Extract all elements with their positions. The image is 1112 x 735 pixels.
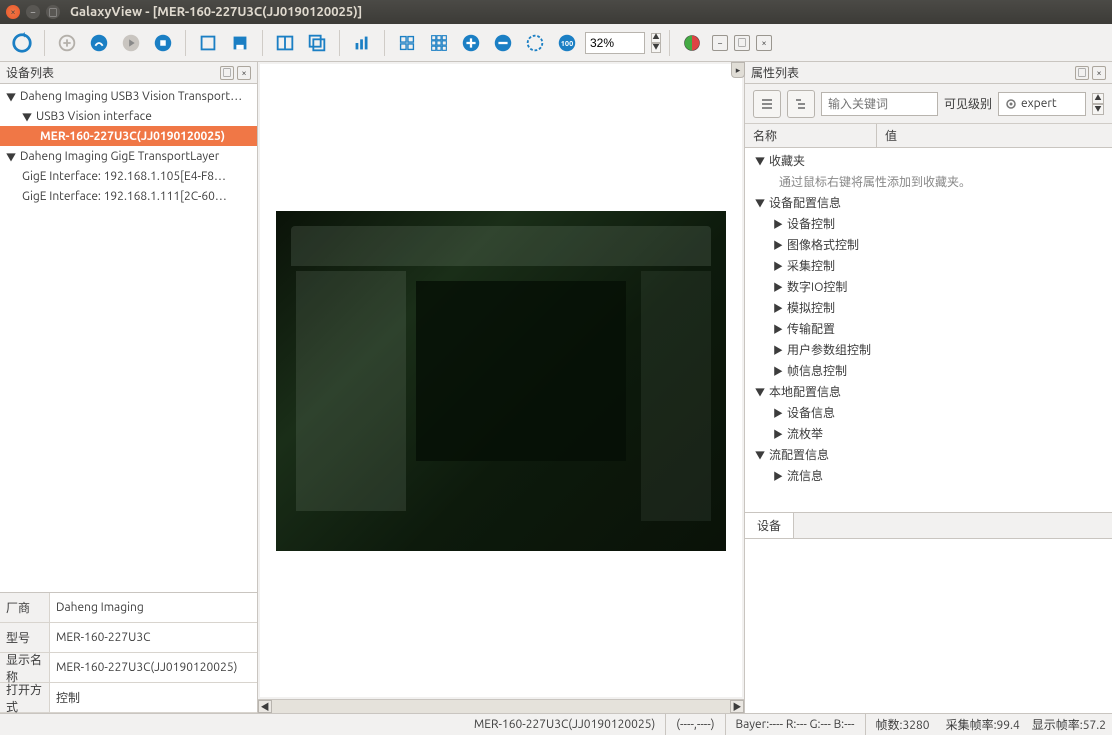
visibility-label: 可见级别 xyxy=(944,95,992,112)
property-panel-header: 属性列表 □ × xyxy=(745,62,1112,84)
device-tree[interactable]: ▼Daheng Imaging USB3 Vision Transport…▼U… xyxy=(0,84,257,592)
property-detail-pane xyxy=(745,538,1112,713)
device-info-table: 厂商Daheng Imaging型号MER-160-227U3C显示名称MER-… xyxy=(0,592,257,713)
camera-image xyxy=(276,211,726,551)
image-view[interactable] xyxy=(260,64,742,697)
property-tree-item[interactable]: ▶设备控制 xyxy=(745,213,1112,234)
device-info-row: 厂商Daheng Imaging xyxy=(0,593,257,623)
device-tree-item[interactable]: ▼USB3 Vision interface xyxy=(0,106,257,126)
col-value-header[interactable]: 值 xyxy=(877,124,1112,147)
device-tree-item[interactable]: ▼Daheng Imaging GigE TransportLayer xyxy=(0,146,257,166)
device-tree-item[interactable]: GigE Interface: 192.168.1.105[E4-F8… xyxy=(0,166,257,186)
status-coords: (----,----) xyxy=(666,714,725,735)
property-toolbar: 可见级别 expert ▲ ▼ xyxy=(745,84,1112,124)
property-tree-item[interactable]: ▼设备配置信息 xyxy=(745,192,1112,213)
property-tree-item[interactable]: ▶图像格式控制 xyxy=(745,234,1112,255)
property-tabs: 设备 xyxy=(745,512,1112,538)
visibility-select[interactable]: expert xyxy=(998,92,1086,116)
tb-minus-button[interactable]: − xyxy=(712,35,728,51)
device-info-row: 打开方式控制 xyxy=(0,683,257,713)
status-frames: 帧数:3280 xyxy=(866,714,940,735)
property-tree-item[interactable]: ▼流配置信息 xyxy=(745,444,1112,465)
device-tree-item[interactable]: MER-160-227U3C(JJ0190120025) xyxy=(0,126,257,146)
gear-icon xyxy=(1005,98,1017,110)
property-tree-item[interactable]: ▼本地配置信息 xyxy=(745,381,1112,402)
zoom-input[interactable] xyxy=(585,32,645,54)
device-list-header: 设备列表 □ × xyxy=(0,62,257,84)
property-tree-item[interactable]: ▶流信息 xyxy=(745,465,1112,486)
device-info-row: 型号MER-160-227U3C xyxy=(0,623,257,653)
layout-split-button[interactable] xyxy=(271,29,299,57)
histogram-button[interactable] xyxy=(348,29,376,57)
property-columns: 名称 值 xyxy=(745,124,1112,148)
device-tree-item[interactable]: ▼Daheng Imaging USB3 Vision Transport… xyxy=(0,86,257,106)
property-tree-item[interactable]: ▶采集控制 xyxy=(745,255,1112,276)
zoom-down-button[interactable]: ▼ xyxy=(651,43,661,53)
grid-9-button[interactable] xyxy=(425,29,453,57)
status-bayer: Bayer:---- R:--- G:--- B:--- xyxy=(726,714,866,735)
disconnect-button[interactable] xyxy=(85,29,113,57)
main-toolbar: 100 ▲ ▼ − □ × xyxy=(0,24,1112,62)
property-tree-item: 通过鼠标右键将属性添加到收藏夹。 xyxy=(745,171,1112,192)
panel-collapse-handle[interactable]: ▸ xyxy=(731,62,745,78)
scroll-left-button[interactable]: ◀ xyxy=(258,700,272,713)
tb-close-button[interactable]: × xyxy=(756,35,772,51)
zoom-100-button[interactable]: 100 xyxy=(553,29,581,57)
status-acq-fps: 采集帧率:99.4 xyxy=(940,714,1026,735)
tb-restore-button[interactable]: □ xyxy=(734,35,750,51)
panel-float-button[interactable]: □ xyxy=(220,66,234,80)
zoom-in-button[interactable] xyxy=(457,29,485,57)
property-tree-item[interactable]: ▶设备信息 xyxy=(745,402,1112,423)
scroll-right-button[interactable]: ▶ xyxy=(730,700,744,713)
connect-button[interactable] xyxy=(53,29,81,57)
window-maximize-button[interactable]: □ xyxy=(46,5,60,19)
property-tree-item[interactable]: ▶数字IO控制 xyxy=(745,276,1112,297)
zoom-out-button[interactable] xyxy=(489,29,517,57)
status-device: MER-160-227U3C(JJ0190120025) xyxy=(464,714,666,735)
single-window-button[interactable] xyxy=(194,29,222,57)
scroll-track[interactable] xyxy=(272,700,730,713)
vis-up-button[interactable]: ▲ xyxy=(1092,93,1104,104)
property-search-input[interactable] xyxy=(821,92,938,116)
vis-down-button[interactable]: ▼ xyxy=(1092,104,1104,115)
property-tree-item[interactable]: ▶帧信息控制 xyxy=(745,360,1112,381)
prop-panel-float-button[interactable]: □ xyxy=(1075,66,1089,80)
save-image-button[interactable] xyxy=(226,29,254,57)
status-bar: MER-160-227U3C(JJ0190120025) (----,----)… xyxy=(0,713,1112,735)
col-name-header[interactable]: 名称 xyxy=(745,124,877,147)
property-tree[interactable]: ▼收藏夹通过鼠标右键将属性添加到收藏夹。▼设备配置信息▶设备控制▶图像格式控制▶… xyxy=(745,148,1112,512)
refresh-button[interactable] xyxy=(8,29,36,57)
device-tree-item[interactable]: GigE Interface: 192.168.1.111[2C-60… xyxy=(0,186,257,206)
play-button[interactable] xyxy=(117,29,145,57)
device-info-row: 显示名称MER-160-227U3C(JJ0190120025) xyxy=(0,653,257,683)
property-tree-item[interactable]: ▶流枚举 xyxy=(745,423,1112,444)
prop-view-list-button[interactable] xyxy=(753,90,781,118)
window-minimize-button[interactable]: – xyxy=(26,5,40,19)
layout-cascade-button[interactable] xyxy=(303,29,331,57)
prop-panel-close-button[interactable]: × xyxy=(1092,66,1106,80)
property-tree-item[interactable]: ▶模拟控制 xyxy=(745,297,1112,318)
white-balance-button[interactable] xyxy=(678,29,706,57)
horizontal-scrollbar[interactable]: ◀ ▶ xyxy=(258,699,744,713)
stop-button[interactable] xyxy=(149,29,177,57)
image-view-panel: ◀ ▶ xyxy=(258,62,744,713)
panel-close-button[interactable]: × xyxy=(237,66,251,80)
property-tree-item[interactable]: ▼收藏夹 xyxy=(745,150,1112,171)
zoom-up-button[interactable]: ▲ xyxy=(651,33,661,43)
tab-device[interactable]: 设备 xyxy=(745,512,794,538)
fit-window-button[interactable] xyxy=(521,29,549,57)
svg-text:100: 100 xyxy=(561,39,573,47)
property-tree-item[interactable]: ▶用户参数组控制 xyxy=(745,339,1112,360)
property-tree-item[interactable]: ▶传输配置 xyxy=(745,318,1112,339)
grid-4-button[interactable] xyxy=(393,29,421,57)
status-disp-fps: 显示帧率:57.2 xyxy=(1026,714,1112,735)
device-list-panel: 设备列表 □ × ▼Daheng Imaging USB3 Vision Tra… xyxy=(0,62,258,713)
window-titlebar: × – □ GalaxyView - [MER-160-227U3C(JJ019… xyxy=(0,0,1112,24)
prop-view-tree-button[interactable] xyxy=(787,90,815,118)
window-close-button[interactable]: × xyxy=(6,5,20,19)
property-panel: ▸ 属性列表 □ × 可见级别 expert ▲ ▼ 名称 值 ▼收藏夹通过鼠标… xyxy=(744,62,1112,713)
window-title: GalaxyView - [MER-160-227U3C(JJ019012002… xyxy=(70,5,362,19)
